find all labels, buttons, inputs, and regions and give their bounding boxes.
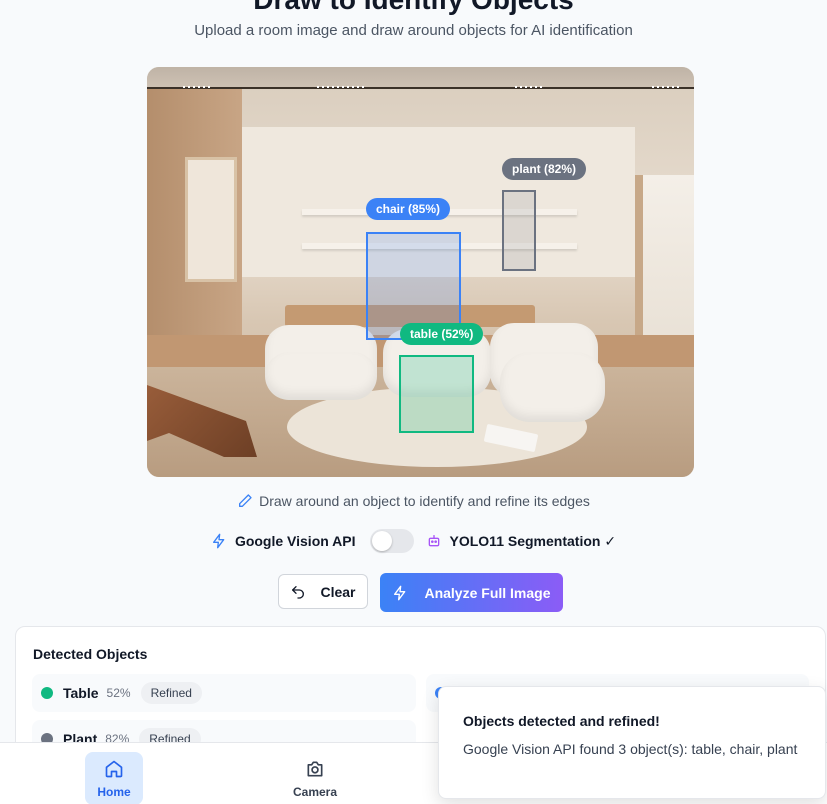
pencil-icon — [239, 494, 252, 507]
analyze-full-image-button[interactable]: Analyze Full Image — [380, 573, 563, 612]
sofa — [500, 352, 605, 422]
detection-label-chair: chair (85%) — [366, 198, 451, 220]
page-subtitle: Upload a room image and draw around obje… — [194, 22, 633, 39]
status-dot — [41, 687, 53, 699]
lightning-icon — [394, 585, 406, 600]
detected-objects-title: Detected Objects — [33, 646, 148, 662]
object-confidence: 52% — [106, 686, 131, 700]
mode-yolo-label: YOLO11 Segmentation ✓ — [449, 532, 617, 549]
nav-home[interactable]: Home — [85, 752, 143, 804]
draw-hint-text: Draw around an object to identify and re… — [259, 493, 590, 509]
detection-label-table: table (52%) — [400, 323, 484, 345]
undo-icon — [292, 585, 305, 599]
nav-home-label: Home — [97, 784, 131, 799]
page-title: Draw to Identify Objects — [0, 0, 827, 16]
toast-body: Google Vision API found 3 object(s): tab… — [463, 741, 798, 757]
room-image[interactable]: chair (85%) plant (82%) table (52%) — [147, 67, 694, 477]
toast-notification[interactable]: Objects detected and refined! Google Vis… — [438, 686, 826, 799]
mode-google-label: Google Vision API — [234, 533, 356, 549]
mode-toggle-switch[interactable] — [369, 529, 414, 553]
home-icon — [105, 760, 123, 777]
nav-camera-label: Camera — [292, 784, 338, 799]
mode-yolo: YOLO11 Segmentation ✓ — [426, 532, 617, 550]
sofa — [265, 352, 377, 400]
toggle-knob — [371, 531, 392, 551]
detection-box-table[interactable] — [399, 355, 474, 433]
robot-icon — [428, 535, 439, 547]
camera-icon — [307, 761, 323, 776]
draw-hint: Draw around an object to identify and re… — [0, 493, 827, 509]
clear-button[interactable]: Clear — [278, 574, 368, 609]
mode-google: Google Vision API — [211, 533, 356, 549]
room-shelf-nook — [185, 157, 237, 282]
analyze-button-label: Analyze Full Image — [424, 584, 551, 601]
lightning-icon — [212, 533, 225, 549]
ceiling-light — [317, 86, 367, 88]
ceiling-light — [183, 86, 213, 88]
status-badge: Refined — [140, 682, 202, 704]
object-name: Table — [63, 685, 99, 701]
clear-button-label: Clear — [320, 583, 356, 600]
detection-box-plant[interactable] — [502, 190, 536, 271]
mode-toggle-row: Google Vision API YOLO11 Segmentation ✓ — [0, 529, 827, 553]
nav-camera[interactable]: Camera — [286, 752, 344, 804]
detection-label-plant: plant (82%) — [502, 158, 587, 180]
room-ceiling — [147, 67, 694, 89]
detected-object-item[interactable]: Table 52% Refined — [32, 674, 416, 712]
ceiling-light — [652, 86, 682, 88]
ceiling-light — [515, 86, 545, 88]
toast-title: Objects detected and refined! — [463, 713, 660, 729]
